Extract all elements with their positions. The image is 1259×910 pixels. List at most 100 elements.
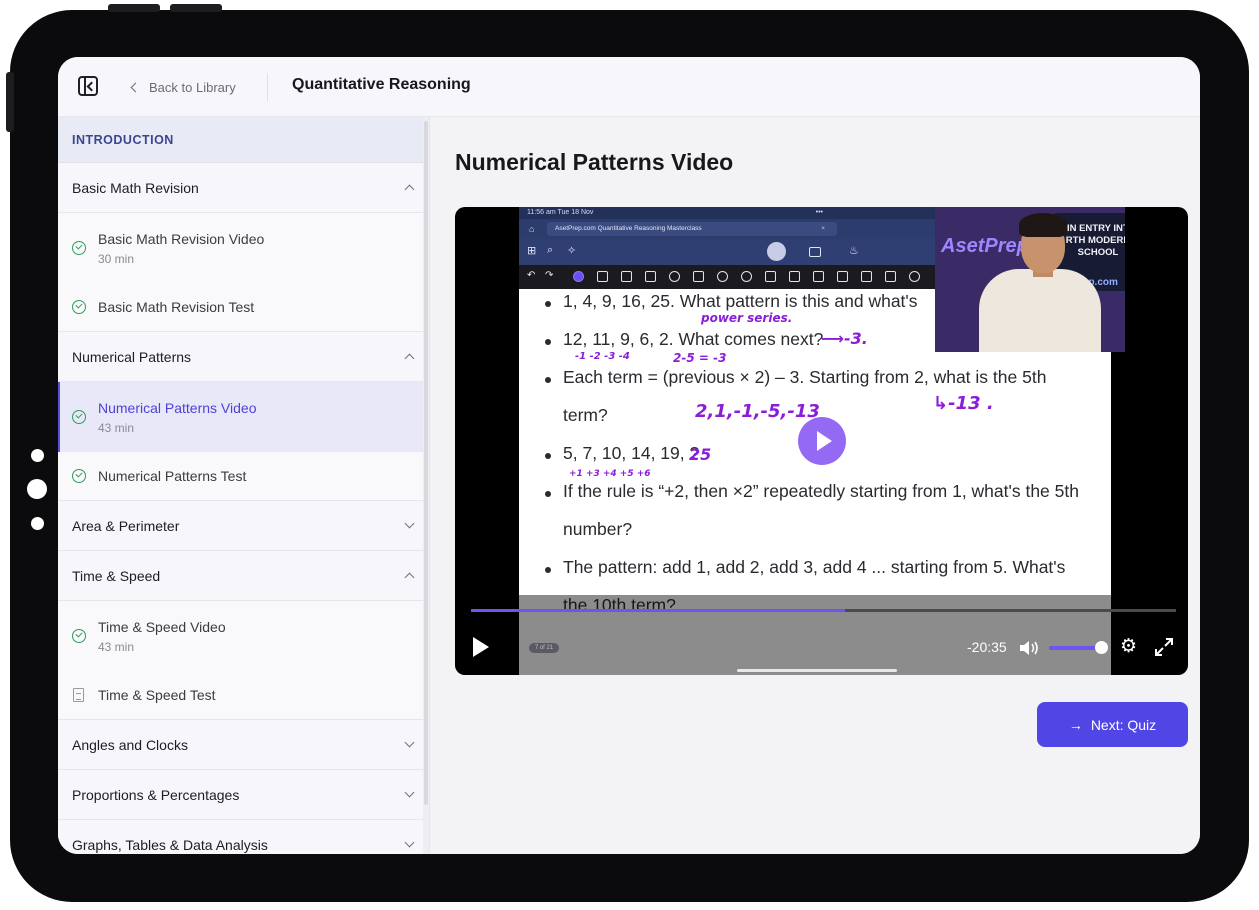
tablet-status-bar: 11:56 am Tue 18 Nov •••: [519, 207, 935, 219]
back-to-library-link[interactable]: Back to Library: [130, 77, 236, 97]
section-proportions-percentages[interactable]: Proportions & Percentages: [58, 770, 429, 820]
ruler-tool-icon: [861, 271, 872, 282]
annotation-sequence: 2,1,-1,-5,-13: [695, 401, 820, 422]
browser-tab-bar: ⌂ AsetPrep.com Quantitative Reasoning Ma…: [519, 219, 935, 239]
next-quiz-button[interactable]: → Next: Quiz: [1037, 702, 1188, 747]
chevron-down-icon: [404, 837, 415, 848]
webcam-overlay: AsetPrep AIN ENTRY INTO RTH MODERN SCHOO…: [935, 207, 1125, 352]
bullet: [545, 453, 551, 459]
lesson-duration: 43 min: [98, 420, 135, 435]
lesson-time-speed-test[interactable]: Time & Speed Test: [58, 671, 429, 719]
annotation-differences: -1 -2 -3 -4: [575, 351, 630, 362]
progress-bar[interactable]: [471, 609, 1176, 612]
document-icon: [73, 688, 84, 702]
chevron-up-icon: [404, 572, 415, 583]
slide-line-1: 1, 4, 9, 16, 25. What pattern is this an…: [563, 291, 918, 311]
section-area-perimeter[interactable]: Area & Perimeter: [58, 501, 429, 551]
bullet: [545, 377, 551, 383]
center-play-button[interactable]: [798, 417, 846, 465]
pen-mode-icon: [767, 242, 786, 261]
lesson-basic-math-revision-test[interactable]: Basic Math Revision Test: [58, 283, 429, 331]
check-circle-icon: [72, 410, 86, 424]
volume-icon[interactable]: [1019, 640, 1041, 656]
check-circle-icon: [72, 241, 86, 255]
annotation-calculation: 2-5 = -3: [673, 351, 727, 365]
bullet: [545, 491, 551, 497]
annotation-answer: 25: [689, 445, 712, 464]
volume-knob[interactable]: [1095, 641, 1108, 654]
section-numerical-patterns[interactable]: Numerical Patterns: [58, 332, 429, 382]
header-divider: [267, 73, 268, 101]
lesson-numerical-patterns-test[interactable]: Numerical Patterns Test: [58, 452, 429, 500]
play-button[interactable]: [473, 637, 489, 657]
lesson-duration: 30 min: [98, 251, 135, 266]
slide-line-3: Each term = (previous × 2) – 3. Starting…: [563, 367, 1047, 387]
photo-tool-icon: [837, 271, 848, 282]
undo-icon: ↶: [527, 270, 536, 281]
lesson-basic-math-revision-video[interactable]: Basic Math Revision Video 30 min: [58, 213, 429, 283]
browser-tab: AsetPrep.com Quantitative Reasoning Mast…: [547, 222, 837, 236]
lesson-duration: 43 min: [98, 639, 135, 654]
fullscreen-icon[interactable]: [1155, 638, 1173, 656]
top-bar: Back to Library Quantitative Reasoning: [58, 57, 1200, 117]
chevron-down-icon: [404, 737, 415, 748]
keyboard-icon: [809, 247, 821, 257]
section-title: Basic Math Revision: [72, 179, 199, 196]
search-icon: ⌕: [547, 244, 554, 256]
course-sidebar: INTRODUCTION Basic Math Revision Basic M…: [58, 117, 430, 854]
section-graphs-tables[interactable]: Graphs, Tables & Data Analysis: [58, 820, 429, 854]
section-title: Proportions & Percentages: [72, 786, 240, 803]
slide-line-7: number?: [563, 519, 633, 539]
lesson-name: Time & Speed Video: [98, 618, 226, 635]
presenter-hair: [1019, 213, 1067, 237]
slide-line-2: 12, 11, 9, 6, 2. What comes next?: [563, 329, 824, 349]
sidebar-toggle-icon[interactable]: [78, 76, 98, 96]
lasso-tool-icon: [717, 271, 728, 282]
back-label: Back to Library: [149, 79, 236, 95]
redo-icon: ↷: [545, 270, 554, 281]
grid-icon: ⊞: [527, 245, 537, 257]
section-title: Angles and Clocks: [72, 736, 188, 753]
video-player[interactable]: 11:56 am Tue 18 Nov ••• ⌂ AsetPrep.com Q…: [455, 207, 1188, 675]
sidebar-scrollbar[interactable]: [423, 117, 429, 854]
annotation-result: ↳-13 .: [933, 393, 994, 414]
app-screen: Back to Library Quantitative Reasoning I…: [58, 57, 1200, 854]
chevron-left-icon: [130, 82, 141, 92]
browser-tab-title: AsetPrep.com Quantitative Reasoning Mast…: [555, 225, 702, 232]
presenter-body: [979, 269, 1101, 352]
check-circle-icon: [72, 469, 86, 483]
controls-gradient: [455, 595, 1188, 675]
bullet: [545, 339, 551, 345]
sidebar-scroll-thumb[interactable]: [424, 121, 428, 805]
section-time-speed[interactable]: Time & Speed: [58, 551, 429, 601]
next-button-label: Next: Quiz: [1090, 716, 1157, 733]
section-angles-clocks[interactable]: Angles and Clocks: [58, 720, 429, 770]
lesson-name: Basic Math Revision Test: [98, 299, 255, 315]
check-circle-icon: [72, 629, 86, 643]
sticker-tool-icon: [741, 271, 752, 282]
camera-lens: [27, 479, 47, 499]
sidebar-intro[interactable]: INTRODUCTION: [58, 117, 429, 163]
lesson-numerical-patterns-video[interactable]: Numerical Patterns Video 43 min: [58, 382, 429, 452]
section-basic-math-revision[interactable]: Basic Math Revision: [58, 163, 429, 213]
lesson-name: Numerical Patterns Test: [98, 468, 247, 484]
chevron-up-icon: [404, 184, 415, 195]
camera-dot-1: [31, 449, 44, 462]
progress-fill: [471, 609, 845, 612]
shape-tool-icon: [669, 271, 680, 282]
drawing-tools: ↶ ↷: [519, 265, 935, 289]
page-indicator: 7 of 21: [529, 643, 559, 653]
lesson-time-speed-video[interactable]: Time & Speed Video 43 min: [58, 601, 429, 671]
pen-tool-icon: [573, 271, 584, 282]
home-indicator: [737, 669, 897, 672]
annotation-arrow-minus3: ⟶-3.: [821, 329, 868, 348]
lesson-name: Numerical Patterns Video: [98, 399, 257, 416]
close-tab-icon: ×: [821, 225, 825, 232]
more-dots-icon: •••: [815, 209, 823, 216]
select-tool-icon: [693, 271, 704, 282]
section-title: Graphs, Tables & Data Analysis: [72, 836, 268, 853]
slide-line-6: If the rule is “+2, then ×2” repeatedly …: [563, 481, 1079, 501]
bullet: [545, 567, 551, 573]
home-icon: ⌂: [529, 224, 535, 234]
gear-icon[interactable]: ⚙: [1120, 637, 1137, 657]
